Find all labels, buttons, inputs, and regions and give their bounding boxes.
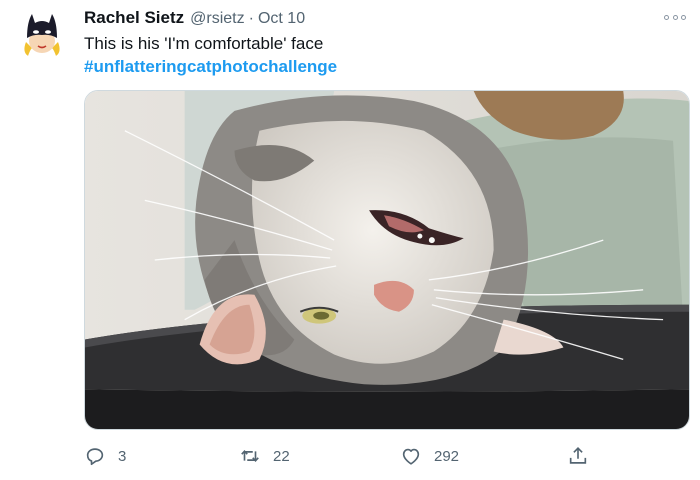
avatar[interactable] bbox=[16, 8, 68, 60]
share-button[interactable] bbox=[567, 442, 589, 470]
separator-dot: · bbox=[248, 10, 254, 27]
reply-icon bbox=[86, 448, 104, 466]
author-handle[interactable]: @rsietz bbox=[190, 10, 244, 28]
tweet-photo[interactable] bbox=[84, 90, 690, 430]
tweet-date[interactable]: Oct 10 bbox=[258, 10, 305, 28]
retweet-count: 22 bbox=[273, 447, 290, 465]
cat-photo-image bbox=[85, 91, 689, 429]
like-button[interactable]: 292 bbox=[400, 442, 459, 470]
share-icon bbox=[569, 447, 587, 464]
more-options-icon[interactable] bbox=[664, 10, 686, 24]
author-name[interactable]: Rachel Sietz bbox=[84, 8, 184, 28]
reply-count: 3 bbox=[118, 447, 127, 465]
tweet-header: Rachel Sietz @rsietz · Oct 10 bbox=[84, 8, 305, 30]
heart-icon bbox=[402, 448, 420, 465]
hashtag-link[interactable]: #unflatteringcatphotochallenge bbox=[84, 57, 337, 77]
batgirl-avatar-icon bbox=[16, 8, 68, 60]
reply-button[interactable]: 3 bbox=[84, 442, 126, 470]
retweet-icon bbox=[241, 450, 259, 462]
tweet-actions: 3 22 292 bbox=[84, 442, 690, 470]
like-count: 292 bbox=[434, 447, 460, 465]
tweet-text: This is his 'I'm comfortable' face bbox=[84, 34, 324, 53]
retweet-button[interactable]: 22 bbox=[239, 442, 290, 470]
tweet-card[interactable]: Rachel Sietz @rsietz · Oct 10 This is hi… bbox=[0, 0, 700, 480]
